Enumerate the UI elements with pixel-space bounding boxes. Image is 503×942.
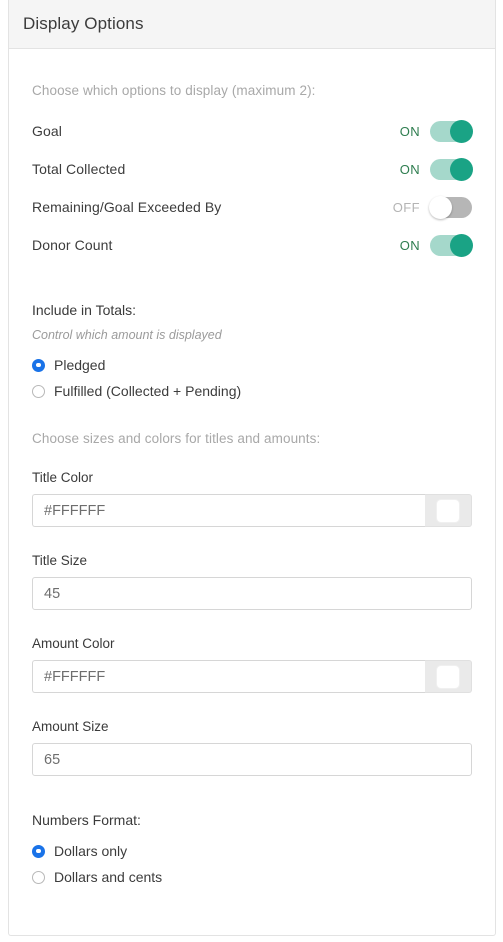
toggle-row-goal[interactable]: Goal ON	[32, 112, 473, 150]
amount-size-field-group: Amount Size	[32, 693, 472, 776]
radio-icon[interactable]	[32, 358, 45, 372]
switch-knob	[429, 195, 452, 219]
toggle-switch-goal[interactable]	[430, 119, 473, 143]
radio-label: Dollars and cents	[54, 869, 163, 885]
toggle-state-text: ON	[399, 123, 420, 139]
toggle-label: Goal	[32, 123, 62, 139]
color-swatch-icon	[436, 664, 460, 689]
toggle-state-text: OFF	[392, 199, 420, 215]
display-options-helper-text: Choose which options to display (maximum…	[32, 83, 316, 98]
radio-label: Dollars only	[54, 843, 128, 859]
title-color-input[interactable]	[32, 494, 425, 527]
amount-color-swatch-button[interactable]	[425, 660, 472, 693]
include-in-totals-radio-group: Pledged Fulfilled (Collected + Pending)	[32, 352, 472, 404]
toggle-row-remaining-goal-exceeded-by[interactable]: Remaining/Goal Exceeded By OFF	[32, 188, 472, 226]
toggle-label: Remaining/Goal Exceeded By	[32, 199, 222, 215]
title-color-field	[32, 494, 472, 527]
radio-option-dollars-only[interactable]: Dollars only	[32, 838, 472, 864]
title-color-swatch-button[interactable]	[425, 494, 472, 527]
color-swatch-icon	[436, 498, 460, 523]
toggle-row-donor-count[interactable]: Donor Count ON	[32, 226, 473, 264]
radio-icon[interactable]	[32, 844, 45, 858]
title-size-input[interactable]	[32, 577, 472, 610]
include-in-totals-label: Include in Totals:	[32, 302, 137, 318]
numbers-format-radio-group: Dollars only Dollars and cents	[32, 838, 472, 890]
toggle-switch-donor-count[interactable]	[430, 233, 473, 257]
radio-option-dollars-and-cents[interactable]: Dollars and cents	[32, 864, 472, 890]
amount-size-label: Amount Size	[32, 719, 109, 734]
amount-size-input[interactable]	[32, 743, 472, 776]
card-body: Choose which options to display (maximum…	[9, 49, 495, 890]
display-options-page: Display Options Choose which options to …	[0, 0, 503, 942]
switch-knob	[450, 233, 473, 257]
title-size-field-group: Title Size	[32, 527, 472, 610]
amount-color-field-group: Amount Color	[32, 610, 472, 693]
title-color-field-group: Title Color	[32, 462, 472, 527]
include-in-totals-subtext: Control which amount is displayed	[32, 328, 222, 342]
radio-option-pledged[interactable]: Pledged	[32, 352, 472, 378]
title-size-label: Title Size	[32, 553, 88, 568]
toggle-switch-remaining-goal-exceeded-by[interactable]	[429, 195, 472, 219]
appearance-helper-text: Choose sizes and colors for titles and a…	[32, 431, 321, 446]
page-title: Display Options	[23, 14, 144, 33]
toggle-label: Total Collected	[32, 161, 126, 177]
numbers-format-label: Numbers Format:	[32, 812, 141, 828]
radio-icon[interactable]	[32, 870, 45, 884]
radio-icon[interactable]	[32, 384, 45, 398]
toggle-state-text: ON	[399, 161, 420, 177]
amount-color-input[interactable]	[32, 660, 425, 693]
toggle-switch-total-collected[interactable]	[430, 157, 473, 181]
card-header: Display Options	[9, 0, 495, 49]
switch-knob	[450, 119, 473, 143]
switch-knob	[450, 157, 473, 181]
radio-label: Fulfilled (Collected + Pending)	[54, 383, 242, 399]
display-options-card: Display Options Choose which options to …	[8, 0, 496, 936]
toggle-row-total-collected[interactable]: Total Collected ON	[32, 150, 473, 188]
amount-color-label: Amount Color	[32, 636, 115, 651]
radio-label: Pledged	[54, 357, 106, 373]
title-color-label: Title Color	[32, 470, 94, 485]
amount-color-field	[32, 660, 472, 693]
toggle-state-text: ON	[399, 237, 420, 253]
display-options-toggle-list: Goal ON Total Collected ON Remaining/Goa…	[32, 112, 473, 264]
toggle-label: Donor Count	[32, 237, 113, 253]
radio-option-fulfilled[interactable]: Fulfilled (Collected + Pending)	[32, 378, 472, 404]
